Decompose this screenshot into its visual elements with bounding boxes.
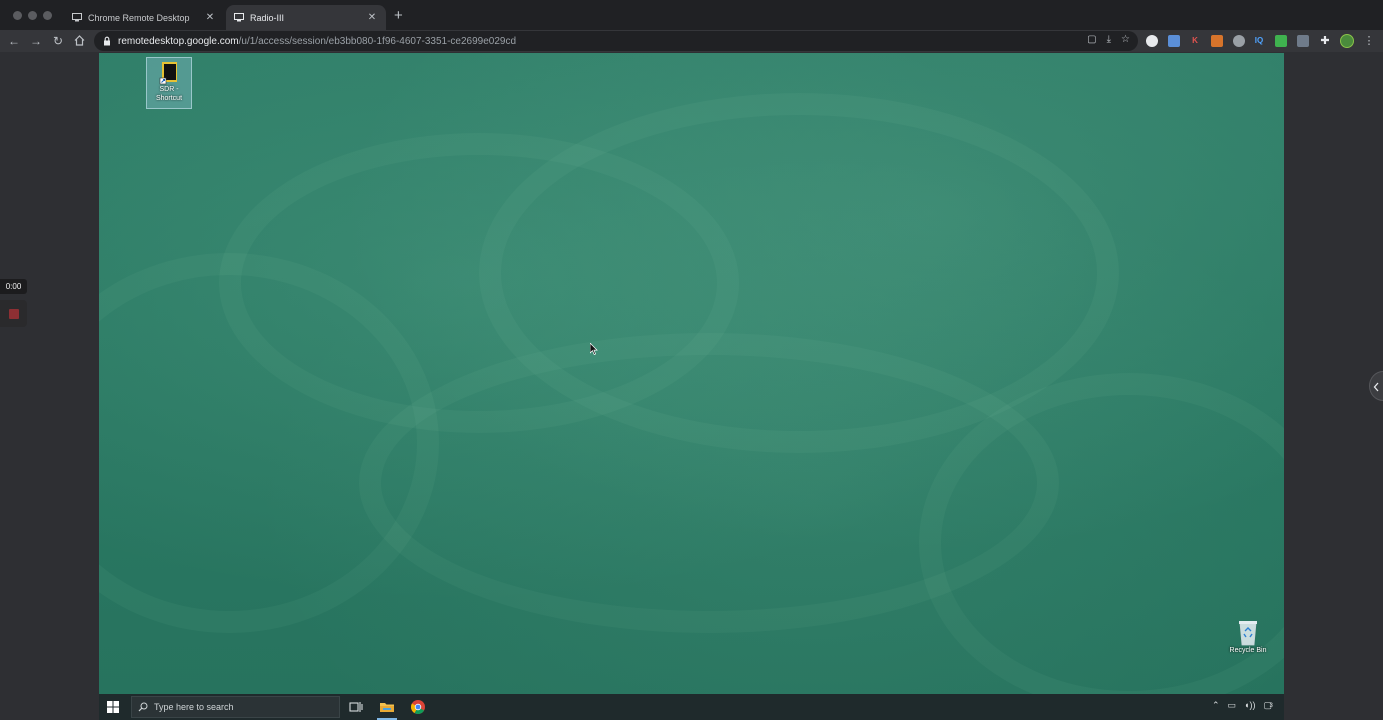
close-icon[interactable]: ✕ (366, 12, 378, 23)
file-explorer-icon[interactable] (379, 699, 395, 715)
browser-toolbar: ← → ↻ remotedesktop.google.com/u/1/acces… (0, 30, 1383, 52)
tab-title: Radio-III (250, 12, 285, 23)
lock-icon (104, 36, 110, 46)
remote-desktop-icon (234, 13, 244, 22)
search-placeholder: Type here to search (154, 702, 234, 712)
bookmark-star-icon[interactable]: ☆ (1121, 34, 1130, 45)
taskbar-search-input[interactable]: Type here to search (131, 696, 340, 718)
k-extension-icon[interactable]: K (1189, 35, 1201, 47)
search-icon (138, 702, 148, 712)
browser-window: Chrome Remote Desktop ✕ Radio-III ✕ + ← … (0, 0, 1383, 720)
tab-chrome-remote-desktop[interactable]: Chrome Remote Desktop ✕ (64, 5, 224, 30)
green-extension-icon[interactable] (1275, 35, 1287, 47)
desktop-icon-recycle-bin[interactable]: Recycle Bin (1225, 618, 1271, 655)
grid-extension-icon[interactable] (1297, 35, 1309, 47)
orange-extension-icon[interactable] (1211, 35, 1223, 47)
notifications-icon[interactable]: ▢ 3 (1263, 700, 1272, 711)
shortcut-file-icon (159, 62, 177, 85)
network-icon[interactable]: ▭ (1228, 700, 1237, 711)
address-bar[interactable]: remotedesktop.google.com/u/1/access/sess… (94, 31, 1138, 51)
desktop-icon-sdr-shortcut[interactable]: SDR - Shortcut (146, 57, 192, 109)
recording-stop-button[interactable] (0, 300, 27, 327)
stop-icon (8, 308, 19, 319)
window-minimize-dot[interactable] (28, 11, 37, 20)
window-close-dot[interactable] (13, 11, 22, 20)
chevron-left-icon (1373, 382, 1379, 392)
puzzle-extension-icon[interactable]: ✚ (1319, 35, 1331, 47)
recycle-bin-icon (1239, 621, 1257, 646)
windows-taskbar: Type here to search ⌃ ▭ ◖)) ▢ 3 (99, 694, 1284, 720)
tab-radio-iii[interactable]: Radio-III ✕ (226, 5, 386, 30)
back-icon[interactable]: ← (6, 33, 22, 49)
home-icon[interactable] (71, 33, 87, 49)
screen-extension-icon[interactable] (1168, 35, 1180, 47)
volume-icon[interactable]: ◖)) (1244, 700, 1255, 711)
mouse-cursor-icon (590, 343, 598, 355)
reload-icon[interactable]: ↻ (50, 33, 66, 49)
task-view-icon[interactable] (348, 699, 364, 715)
close-icon[interactable]: ✕ (204, 12, 216, 23)
tray-chevron-up-icon[interactable]: ⌃ (1212, 700, 1220, 711)
url-path: /u/1/access/session/eb3bb080-1f96-4607-3… (238, 35, 517, 47)
iq-extension-icon[interactable]: IQ (1253, 35, 1265, 47)
clipboard-icon[interactable]: ▢ (1087, 34, 1096, 45)
window-maximize-dot[interactable] (43, 11, 52, 20)
install-app-icon[interactable]: ⤓ (1107, 34, 1111, 45)
profile-avatar[interactable] (1340, 34, 1354, 48)
remote-desktop-screen[interactable] (99, 53, 1284, 694)
chat-extension-icon[interactable] (1233, 35, 1245, 47)
tab-title: Chrome Remote Desktop (88, 12, 190, 23)
new-tab-button[interactable]: + (394, 8, 403, 23)
windows-start-icon[interactable] (107, 701, 119, 713)
notification-count: 3 (1269, 703, 1273, 709)
desktop-icon-label: SDR - Shortcut (155, 86, 183, 102)
recording-timer: 0:00 (0, 279, 27, 294)
remote-desktop-icon (72, 13, 82, 22)
system-tray: ⌃ ▭ ◖)) ▢ 3 (1212, 700, 1273, 711)
circle-extension-icon[interactable] (1146, 35, 1158, 47)
tab-strip: Chrome Remote Desktop ✕ Radio-III ✕ + (0, 0, 1383, 30)
forward-icon[interactable]: → (28, 33, 44, 49)
chrome-icon[interactable] (410, 699, 426, 715)
menu-kebab-icon[interactable]: ⋮ (1361, 33, 1377, 49)
desktop-icon-label: Recycle Bin (1229, 647, 1267, 654)
url-host: remotedesktop.google.com (118, 35, 239, 47)
